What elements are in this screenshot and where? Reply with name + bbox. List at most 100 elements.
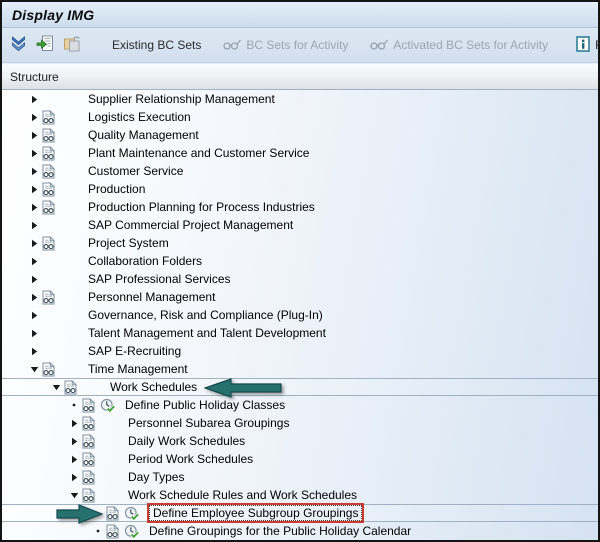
expand-arrow-icon[interactable] [26,131,42,140]
expand-arrow-icon[interactable] [26,311,42,320]
tree-item-label[interactable]: SAP Commercial Project Management [88,218,293,232]
expand-arrow-icon[interactable] [26,203,42,212]
tree-item[interactable]: Production [2,180,598,198]
tree-item[interactable]: Period Work Schedules [2,450,598,468]
tree-item[interactable]: Define Public Holiday Classes [2,396,598,414]
tree-item[interactable]: Daily Work Schedules [2,432,598,450]
document-glasses-icon[interactable] [42,199,60,215]
tree-item-label[interactable]: Define Groupings for the Public Holiday … [149,524,411,538]
release-notes-button[interactable]: Release [573,34,598,57]
collapse-arrow-icon[interactable] [26,366,42,373]
document-glasses-icon[interactable] [42,361,60,377]
tree-item-label[interactable]: Governance, Risk and Compliance (Plug-In… [88,308,323,322]
tree-item[interactable]: Work Schedule Rules and Work Schedules [2,486,598,504]
copy-button[interactable] [63,35,81,55]
tree-item-label[interactable]: Talent Management and Talent Development [88,326,326,340]
display-bc-sets-button[interactable] [36,35,54,55]
tree-item-label[interactable]: Quality Management [88,128,199,142]
expand-arrow-icon[interactable] [26,347,42,356]
expand-arrow-icon[interactable] [26,149,42,158]
tree-item-label[interactable]: Customer Service [88,164,183,178]
img-activity-icon[interactable] [124,506,141,521]
tree-item[interactable]: Time Management [2,360,598,378]
tree-item-label[interactable]: SAP Professional Services [88,272,231,286]
document-glasses-icon[interactable] [82,415,100,431]
tree-item-label[interactable]: Production Planning for Process Industri… [88,200,315,214]
document-glasses-icon[interactable] [42,127,60,143]
document-glasses-icon[interactable] [82,433,100,449]
document-glasses-icon[interactable] [42,163,60,179]
document-glasses-icon[interactable] [42,145,60,161]
document-glasses-icon[interactable] [82,451,100,467]
tree-item-label[interactable]: Define Employee Subgroup Groupings [146,503,365,523]
expand-arrow-icon[interactable] [26,185,42,194]
expand-collapse-button[interactable] [10,35,27,55]
img-activity-icon[interactable] [100,398,117,413]
document-glasses-icon[interactable] [82,487,100,503]
document-glasses-icon[interactable] [64,379,82,395]
tree-item-label[interactable]: Work Schedule Rules and Work Schedules [128,488,357,502]
tree-item[interactable]: Quality Management [2,126,598,144]
expand-arrow-icon[interactable] [26,95,42,104]
expand-arrow-icon[interactable] [26,239,42,248]
tree-item-label[interactable]: Work Schedules [110,380,197,394]
tree-item-label[interactable]: Daily Work Schedules [128,434,245,448]
tree-item[interactable]: Governance, Risk and Compliance (Plug-In… [2,306,598,324]
tree-item-label[interactable]: Period Work Schedules [128,452,253,466]
tree-item[interactable]: Project System [2,234,598,252]
expand-arrow-icon[interactable] [66,473,82,482]
expand-arrow-icon[interactable] [26,167,42,176]
existing-bc-sets-button[interactable]: Existing BC Sets [109,36,204,54]
expand-arrow-icon[interactable] [66,455,82,464]
expand-arrow-icon[interactable] [26,275,42,284]
tree-item-label[interactable]: Time Management [88,362,188,376]
tree-item[interactable]: Customer Service [2,162,598,180]
tree-item-label[interactable]: SAP E-Recruiting [88,344,181,358]
tree-item[interactable]: Plant Maintenance and Customer Service [2,144,598,162]
tree-item-label[interactable]: Production [88,182,145,196]
img-activity-icon[interactable] [124,524,141,539]
tree-item[interactable]: Collaboration Folders [2,252,598,270]
document-glasses-icon[interactable] [82,397,100,413]
tree-item[interactable]: Personnel Management [2,288,598,306]
document-glasses-icon[interactable] [106,505,124,521]
tree-item[interactable]: Define Groupings for the Public Holiday … [2,522,598,540]
tree-item-label[interactable]: Collaboration Folders [88,254,202,268]
collapse-arrow-icon[interactable] [48,384,64,391]
tree-item[interactable]: Day Types [2,468,598,486]
tree-item[interactable]: SAP Professional Services [2,270,598,288]
tree-item[interactable]: Personnel Subarea Groupings [2,414,598,432]
tree-item[interactable]: Production Planning for Process Industri… [2,198,598,216]
tree-item-label[interactable]: Plant Maintenance and Customer Service [88,146,309,160]
tree-item[interactable]: SAP E-Recruiting [2,342,598,360]
activated-bc-sets-label: Activated BC Sets for Activity [393,38,549,52]
document-glasses-icon[interactable] [42,289,60,305]
expand-arrow-icon[interactable] [26,257,42,266]
collapse-arrow-icon[interactable] [66,492,82,499]
expand-arrow-icon[interactable] [26,113,42,122]
tree-item[interactable]: Supplier Relationship Management [2,90,598,108]
document-glasses-icon[interactable] [42,181,60,197]
tree-item-label[interactable]: Personnel Subarea Groupings [128,416,289,430]
tree-item[interactable]: Talent Management and Talent Development [2,324,598,342]
tree-item-label[interactable]: Define Public Holiday Classes [125,398,285,412]
tree-item-label[interactable]: Supplier Relationship Management [88,92,275,106]
tree-item-label[interactable]: Personnel Management [88,290,215,304]
tree-item-label[interactable]: Day Types [128,470,184,484]
img-structure-tree[interactable]: Supplier Relationship Management Logistic… [2,90,598,540]
tree-item[interactable]: Work Schedules [2,378,598,398]
tree-item-label[interactable]: Project System [88,236,169,250]
tree-item[interactable]: SAP Commercial Project Management [2,216,598,234]
tree-item-label[interactable]: Logistics Execution [88,110,191,124]
expand-arrow-icon[interactable] [66,419,82,428]
document-glasses-icon[interactable] [42,109,60,125]
document-glasses-icon[interactable] [106,523,124,539]
expand-arrow-icon[interactable] [66,437,82,446]
expand-arrow-icon[interactable] [26,293,42,302]
document-glasses-icon[interactable] [42,235,60,251]
document-glasses-icon[interactable] [82,469,100,485]
tree-item[interactable]: Logistics Execution [2,108,598,126]
expand-arrow-icon[interactable] [26,329,42,338]
expand-arrow-icon[interactable] [26,221,42,230]
tree-item[interactable]: Define Employee Subgroup Groupings [2,503,598,524]
